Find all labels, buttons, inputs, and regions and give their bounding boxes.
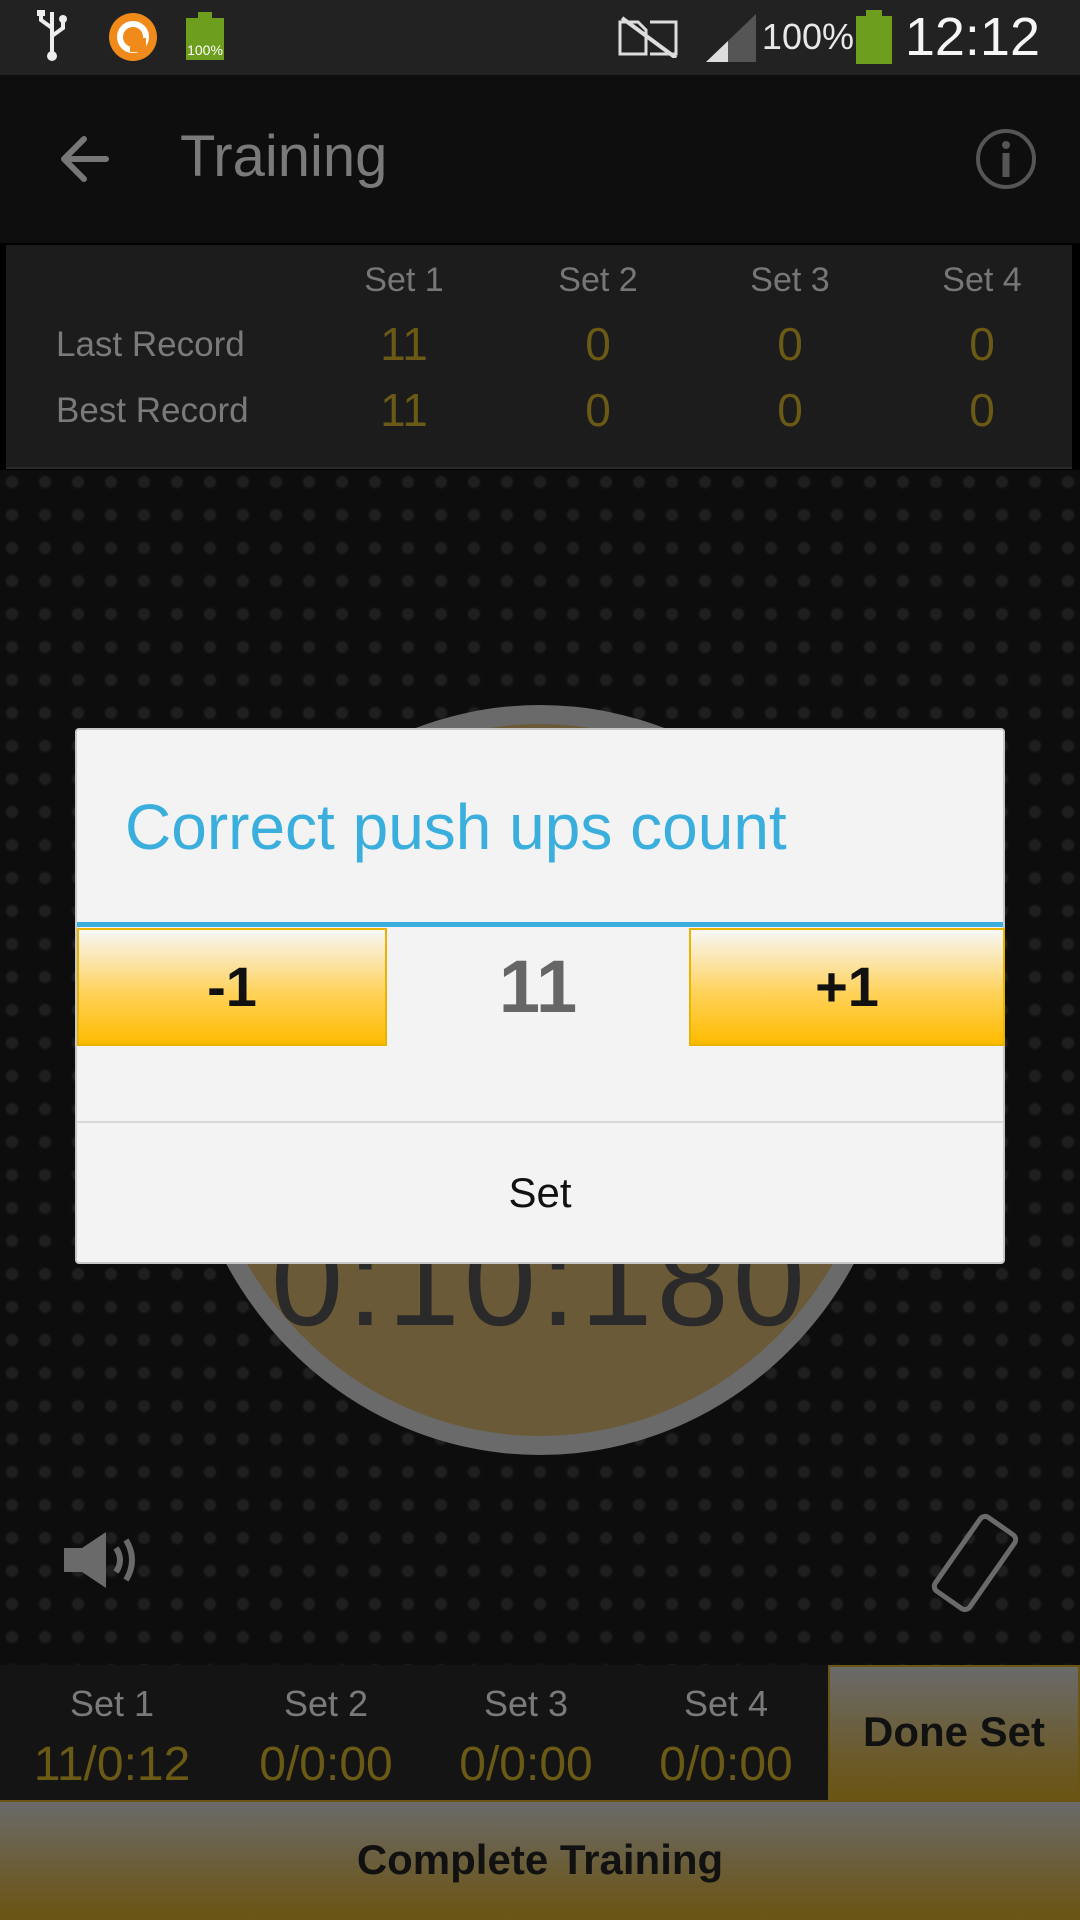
- sound-icon[interactable]: [62, 1530, 142, 1590]
- battery-full-icon: 100%: [186, 12, 224, 60]
- set-3-label: Set 3: [483, 1683, 569, 1724]
- count-value: 11: [498, 945, 578, 1028]
- set-button[interactable]: Set: [77, 1123, 1003, 1262]
- page-title: Training: [180, 124, 388, 189]
- complete-training-button[interactable]: Complete Training: [0, 1800, 1080, 1920]
- last-record-label: Last Record: [56, 325, 245, 364]
- records-table: Set 1 Set 2 Set 3 Set 4 Last Record 11 0…: [6, 245, 1072, 469]
- action-bar: Training: [0, 75, 1080, 243]
- best-record-label: Best Record: [56, 391, 249, 430]
- last-record-set-3: 0: [777, 318, 803, 370]
- last-record-set-2: 0: [585, 318, 611, 370]
- dialog-title: Correct push ups count: [125, 791, 787, 863]
- records-header-set-3: Set 3: [750, 261, 830, 299]
- best-record-set-3: 0: [777, 384, 803, 436]
- set-1-label: Set 1: [69, 1683, 155, 1724]
- last-record-set-4: 0: [969, 318, 995, 370]
- best-record-set-4: 0: [969, 384, 995, 436]
- best-record-set-1: 11: [380, 384, 428, 436]
- records-header-set-2: Set 2: [558, 261, 638, 299]
- correct-count-dialog: Correct push ups count -1 11 +1 Set: [75, 728, 1005, 1264]
- battery-icon: [856, 10, 892, 64]
- records-header-set-1: Set 1: [364, 261, 444, 299]
- clock: 12:12: [904, 7, 1040, 67]
- signal-icon: [706, 14, 756, 62]
- set-3-value: 0/0:00: [459, 1738, 593, 1791]
- decrement-button[interactable]: -1: [77, 928, 387, 1046]
- records-header-set-4: Set 4: [942, 261, 1022, 299]
- usb-icon: [37, 10, 67, 61]
- info-icon[interactable]: [974, 127, 1038, 191]
- best-record-set-2: 0: [585, 384, 611, 436]
- phone-rotate-icon[interactable]: [928, 1510, 1024, 1616]
- set-1-value: 11/0:12: [33, 1738, 191, 1791]
- set-4-label: Set 4: [683, 1683, 769, 1724]
- last-record-set-1: 11: [380, 318, 428, 370]
- dialog-title-divider: [77, 922, 1003, 927]
- battery-percent: 100%: [761, 16, 854, 57]
- no-sim-icon: [618, 16, 678, 58]
- status-bar: 100% 100% 12:12: [0, 0, 1080, 75]
- app-notification-icon: [109, 13, 157, 61]
- set-4-value: 0/0:00: [659, 1738, 793, 1791]
- set-2-value: 0/0:00: [259, 1738, 393, 1791]
- back-arrow-icon[interactable]: [58, 131, 114, 187]
- increment-button[interactable]: +1: [689, 928, 1005, 1046]
- done-set-button[interactable]: Done Set: [828, 1665, 1080, 1800]
- battery-icon-percent: 100%: [187, 42, 223, 58]
- set-2-label: Set 2: [283, 1683, 369, 1724]
